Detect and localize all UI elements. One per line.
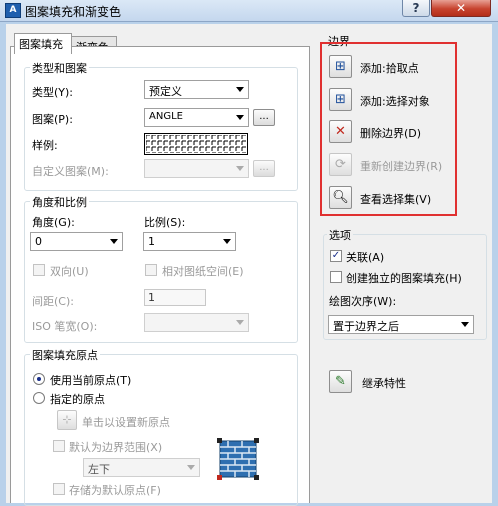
- autocad-icon: A: [5, 3, 21, 18]
- specified-origin-label: 指定的原点: [50, 393, 105, 406]
- add-pick-points-icon: ⊞: [335, 59, 346, 74]
- angle-pattern-swatch-graphic: [146, 135, 246, 153]
- help-button[interactable]: ?: [402, 0, 430, 17]
- custom-pattern-dropdown[interactable]: [144, 159, 249, 178]
- pattern-label: 图案(P):: [32, 113, 73, 126]
- pattern-swatch[interactable]: [144, 133, 248, 155]
- checkmark-icon: ✓: [331, 250, 341, 261]
- window-title: 图案填充和渐变色: [25, 5, 122, 19]
- chevron-down-icon: [110, 239, 118, 244]
- tab-hatch[interactable]: 图案填充: [14, 33, 72, 54]
- pattern-dropdown[interactable]: ANGLE: [144, 108, 249, 127]
- chevron-down-icon: [187, 465, 195, 470]
- recreate-boundary-icon: ⟳: [335, 157, 346, 172]
- add-select-objects-icon: ⊞: [335, 92, 346, 107]
- double-label: 双向(U): [50, 265, 89, 278]
- chevron-down-icon: [223, 239, 231, 244]
- angle-label: 角度(G):: [32, 216, 75, 229]
- specified-origin-radio[interactable]: [33, 392, 45, 404]
- view-selections-button[interactable]: 🔍︎: [329, 186, 352, 209]
- recreate-boundary-label: 重新创建边界(R): [360, 160, 443, 173]
- angle-value: 0: [35, 235, 42, 248]
- angle-dropdown[interactable]: 0: [30, 232, 123, 251]
- scale-label: 比例(S):: [144, 216, 186, 229]
- spacing-label: 间距(C):: [32, 295, 74, 308]
- chevron-down-icon: [236, 115, 244, 120]
- custom-pattern-browse-button[interactable]: ...: [253, 160, 275, 177]
- add-pick-points-button[interactable]: ⊞: [329, 55, 352, 78]
- add-select-objects-button[interactable]: ⊞: [329, 88, 352, 111]
- remove-boundaries-icon: ✕: [335, 124, 346, 139]
- separate-hatches-checkbox[interactable]: [330, 271, 342, 283]
- type-pattern-group-label: 类型和图案: [30, 60, 89, 76]
- brick-pattern-graphic: [217, 438, 259, 480]
- associative-label: 关联(A): [346, 251, 385, 264]
- draw-order-dropdown[interactable]: 置于边界之后: [328, 315, 474, 334]
- click-set-origin-label: 单击以设置新原点: [82, 416, 170, 429]
- draw-order-value: 置于边界之后: [333, 320, 399, 333]
- options-group-label: 选项: [327, 227, 353, 243]
- remove-boundaries-label: 删除边界(D): [360, 127, 422, 140]
- inherit-properties-button[interactable]: ✎: [329, 370, 352, 393]
- swatch-label: 样例:: [32, 139, 58, 152]
- spacing-field[interactable]: 1: [144, 289, 206, 306]
- store-default-origin-label: 存储为默认原点(F): [69, 484, 161, 497]
- pattern-value: ANGLE: [149, 111, 183, 122]
- use-current-origin-label: 使用当前原点(T): [50, 374, 132, 387]
- add-select-objects-label: 添加:选择对象: [360, 95, 430, 108]
- origin-position-value: 左下: [88, 463, 110, 476]
- relative-paper-space-checkbox[interactable]: [145, 264, 157, 276]
- type-value: 预定义: [149, 85, 182, 98]
- chevron-down-icon: [236, 166, 244, 171]
- draw-order-label: 绘图次序(W):: [329, 295, 397, 308]
- type-label: 类型(Y):: [32, 86, 74, 99]
- relative-paper-space-label: 相对图纸空间(E): [162, 265, 244, 278]
- magnifier-icon: 🔍︎: [332, 190, 349, 205]
- scale-value: 1: [148, 235, 155, 248]
- add-pick-points-label: 添加:拾取点: [360, 62, 419, 75]
- default-extent-checkbox[interactable]: [53, 440, 65, 452]
- default-extent-label: 默认为边界范围(X): [69, 441, 163, 454]
- double-checkbox[interactable]: [33, 264, 45, 276]
- view-selections-label: 查看选择集(V): [360, 193, 432, 206]
- origin-position-dropdown[interactable]: 左下: [83, 458, 200, 477]
- scale-dropdown[interactable]: 1: [143, 232, 236, 251]
- separate-hatches-label: 创建独立的图案填充(H): [346, 272, 462, 285]
- chevron-down-icon: [236, 320, 244, 325]
- pick-point-icon: ⊹: [62, 413, 72, 426]
- angle-scale-group-label: 角度和比例: [30, 194, 89, 210]
- store-default-origin-checkbox[interactable]: [53, 483, 65, 495]
- custom-pattern-label: 自定义图案(M):: [32, 165, 109, 178]
- chevron-down-icon: [461, 322, 469, 327]
- iso-pen-width-dropdown[interactable]: [144, 313, 249, 332]
- iso-pen-width-label: ISO 笔宽(O):: [32, 320, 98, 333]
- pattern-browse-button[interactable]: ...: [253, 109, 275, 126]
- close-button[interactable]: ✕: [431, 0, 491, 17]
- associative-checkbox[interactable]: ✓: [330, 250, 342, 262]
- click-set-origin-button[interactable]: ⊹: [57, 410, 77, 430]
- chevron-down-icon: [236, 87, 244, 92]
- recreate-boundary-button[interactable]: ⟳: [329, 153, 352, 176]
- inherit-properties-label: 继承特性: [362, 377, 406, 390]
- use-current-origin-radio[interactable]: [33, 373, 45, 385]
- type-dropdown[interactable]: 预定义: [144, 80, 249, 99]
- paintbrush-icon: ✎: [335, 374, 346, 389]
- hatch-origin-group-label: 图案填充原点: [30, 347, 100, 363]
- origin-preview-icon: [216, 437, 260, 481]
- remove-boundaries-button[interactable]: ✕: [329, 120, 352, 143]
